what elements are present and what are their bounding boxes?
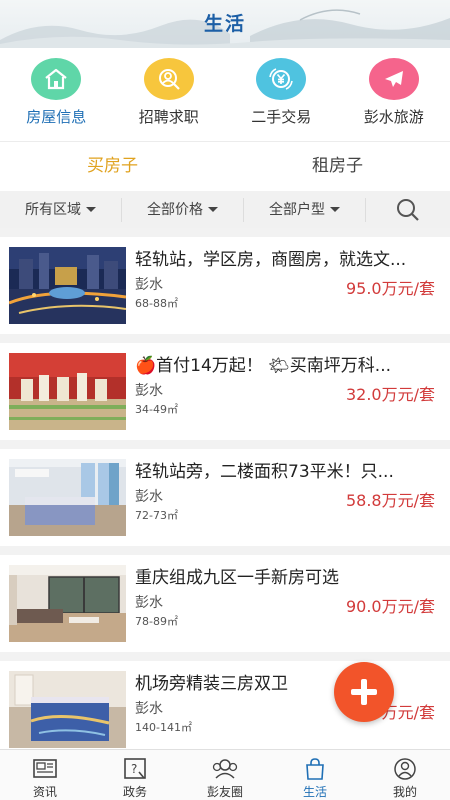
caret-down-icon: [86, 207, 96, 212]
news-icon: [33, 759, 57, 778]
tab-profile[interactable]: 我的: [360, 750, 450, 800]
listing-title: 轻轨站旁，二楼面积73平米！只...: [135, 462, 394, 482]
tab-news[interactable]: 资讯: [0, 750, 90, 800]
yen-exchange-icon: [256, 58, 307, 100]
listing-size: 34-49㎡: [135, 403, 178, 416]
quick-link-jobs[interactable]: 招聘求职: [113, 48, 226, 141]
listing-area: 彭水: [135, 595, 163, 611]
listing-card[interactable]: 轻轨站，学区房，商圈房，就选文... 彭水 68-88㎡ 95.0万元/套: [0, 237, 450, 334]
house-icon: [31, 58, 82, 100]
listing-title: 🍎首付14万起！ 🌤买南坪万科...: [135, 356, 391, 376]
tab-label: 彭友圈: [206, 785, 243, 799]
listing-photo: [9, 459, 126, 536]
quick-link-housing[interactable]: 房屋信息: [0, 48, 113, 141]
buy-rent-tabs: 买房子 租房子: [0, 141, 450, 191]
filter-price[interactable]: 全部价格: [122, 197, 244, 222]
listing-price: 90.0万元/套: [345, 597, 435, 616]
quick-link-label: 招聘求职: [138, 108, 199, 126]
caret-down-icon: [330, 207, 340, 212]
tab-label: 我的: [392, 785, 417, 799]
tab-buy[interactable]: 买房子: [0, 142, 225, 191]
filter-region[interactable]: 所有区域: [0, 197, 122, 222]
bottom-tab-bar: 资讯 ? 政务 彭友圈 生活 我的: [0, 749, 450, 800]
filter-bar: 所有区域 全部价格 全部户型: [0, 191, 450, 228]
listing-card[interactable]: 轻轨站旁，二楼面积73平米！只... 彭水 72-73㎡ 58.8万元/套: [0, 449, 450, 546]
filter-layout[interactable]: 全部户型: [244, 197, 366, 222]
filter-label: 全部户型: [269, 201, 325, 218]
listing-area: 彭水: [135, 489, 163, 505]
quick-links: 房屋信息 招聘求职 二手交易 彭水旅游: [0, 48, 450, 141]
filter-label: 所有区域: [25, 201, 81, 218]
listing-price: 32.0万元/套: [345, 385, 435, 404]
listing-card[interactable]: 🍎首付14万起！ 🌤买南坪万科... 彭水 34-49㎡ 32.0万元/套: [0, 343, 450, 440]
listing-photo: [9, 353, 126, 430]
listing-size: 68-88㎡: [135, 297, 178, 310]
listing-size: 78-89㎡: [135, 615, 178, 628]
listing-size: 72-73㎡: [135, 509, 178, 522]
tab-government[interactable]: ? 政务: [90, 750, 180, 800]
quick-link-label: 彭水旅游: [363, 108, 424, 126]
profile-icon: [394, 758, 416, 780]
listing-price: 95.0万元/套: [345, 279, 435, 298]
listing-size: 140-141㎡: [135, 721, 192, 734]
friends-icon: [212, 759, 238, 779]
header-bar: 生活: [0, 0, 450, 48]
search-icon: [397, 198, 419, 221]
listing-area: 彭水: [135, 277, 163, 293]
listing-area: 彭水: [135, 701, 163, 717]
tab-label: 生活: [302, 785, 327, 799]
listing-price: 58.8万元/套: [345, 491, 435, 510]
quick-link-travel[interactable]: 彭水旅游: [338, 48, 450, 141]
quick-link-label: 二手交易: [251, 108, 312, 126]
quick-link-secondhand[interactable]: 二手交易: [225, 48, 338, 141]
listing-title: 轻轨站，学区房，商圈房，就选文...: [135, 250, 407, 270]
plus-icon: [351, 679, 377, 705]
listing-photo: [9, 247, 126, 324]
caret-down-icon: [208, 207, 218, 212]
svg-text:?: ?: [131, 762, 137, 776]
quick-link-label: 房屋信息: [26, 108, 87, 126]
listing-photo: [9, 671, 126, 748]
tab-friends[interactable]: 彭友圈: [180, 750, 270, 800]
tab-rent[interactable]: 租房子: [225, 142, 450, 191]
page-title: 生活: [203, 13, 246, 35]
add-post-button[interactable]: [334, 662, 394, 722]
airplane-icon: [368, 58, 419, 100]
shopping-bag-icon: [306, 758, 324, 780]
tab-label: 资讯: [32, 785, 57, 799]
listing-card[interactable]: 重庆组成九区一手新房可选 彭水 78-89㎡ 90.0万元/套: [0, 555, 450, 652]
filter-label: 全部价格: [147, 201, 203, 218]
government-icon: ?: [124, 758, 146, 779]
listing-title: 机场旁精装三房双卫: [135, 674, 288, 694]
tab-life[interactable]: 生活: [270, 750, 360, 800]
search-button[interactable]: [366, 191, 450, 228]
listing-title: 重庆组成九区一手新房可选: [135, 568, 339, 588]
person-search-icon: [143, 58, 194, 100]
listing-photo: [9, 565, 126, 642]
tab-label: 政务: [122, 785, 147, 799]
listing-area: 彭水: [135, 383, 163, 399]
